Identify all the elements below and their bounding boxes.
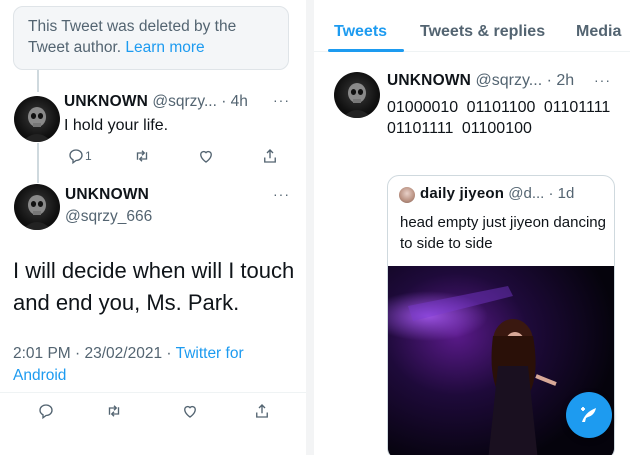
reply-tweet-text: I hold your life. (64, 117, 169, 134)
compose-icon (581, 407, 596, 422)
compose-tweet-button[interactable] (566, 392, 612, 438)
reply-icon (69, 149, 83, 165)
screenshot-gap (306, 0, 314, 455)
right-author-name[interactable]: UNKNOWN (387, 72, 471, 89)
main-tweet-time: 2:01 PM · 23/02/2021 · (13, 345, 176, 362)
share-icon (256, 404, 268, 418)
retweet-button[interactable] (133, 146, 153, 166)
deleted-tweet-notice: This Tweet was deleted by the Tweet auth… (13, 6, 289, 70)
main-more-button[interactable]: ··· (273, 186, 290, 202)
reply-count: 1 (85, 149, 92, 163)
active-tab-indicator (328, 49, 404, 52)
like-icon (184, 405, 196, 418)
quoted-tweet-text: head empty just jiyeon dancing to side t… (400, 214, 606, 252)
like-button[interactable] (197, 146, 217, 166)
main-tweet-meta: 2:01 PM · 23/02/2021 · Twitter for Andro… (13, 343, 298, 387)
quoted-header: daily jiyeon @d... · 1d (420, 185, 574, 202)
main-share-button[interactable] (253, 401, 273, 421)
right-handle-time: @sqrzy... · 2h (475, 72, 575, 89)
skull-avatar-icon (22, 195, 52, 230)
tab-tweets[interactable]: Tweets (334, 23, 387, 41)
right-more-button[interactable]: ··· (594, 72, 611, 88)
reply-tweet-actions: 1 (67, 146, 281, 166)
main-retweet-button[interactable] (105, 401, 125, 421)
right-tweet-header: UNKNOWN @sqrzy... · 2h (387, 72, 574, 90)
learn-more-link[interactable]: Learn more (125, 39, 204, 56)
binary-tweet-text: 01000010 01101100 01101111 01101111 0110… (387, 99, 611, 137)
main-tweet-actions (37, 401, 273, 421)
divider (0, 392, 306, 393)
reply-icon (39, 404, 53, 420)
main-author-name[interactable]: UNKNOWN (65, 186, 149, 204)
skull-avatar-icon (342, 83, 372, 118)
main-reply-button[interactable] (37, 401, 57, 421)
tab-media[interactable]: Media (576, 23, 621, 41)
quoted-handle-time: @d... · 1d (508, 185, 575, 202)
thread-line-middle (37, 143, 39, 183)
quoted-author-name: daily jiyeon (420, 185, 505, 202)
retweet-icon (108, 405, 120, 417)
tab-tweets-replies[interactable]: Tweets & replies (420, 23, 545, 41)
reply-button[interactable]: 1 (67, 146, 92, 166)
like-icon (200, 150, 212, 163)
main-author-handle[interactable]: @sqrzy_666 (65, 208, 152, 226)
reply-tweet-header: UNKNOWN @sqrzy... · 4h (64, 93, 248, 111)
retweet-icon (136, 150, 148, 162)
share-button[interactable] (261, 146, 281, 166)
right-avatar-skull-icon[interactable] (334, 72, 380, 118)
reply-more-button[interactable]: ··· (273, 92, 290, 108)
share-icon (264, 149, 276, 163)
main-like-button[interactable] (181, 401, 201, 421)
avatar-skull-icon[interactable] (14, 96, 60, 142)
quoted-avatar (399, 187, 415, 203)
reply-handle-time: @sqrzy... · 4h (152, 93, 248, 110)
skull-avatar-icon (22, 107, 52, 142)
thread-line-top (37, 70, 39, 92)
right-screenshot: Tweets Tweets & replies Media UNKNOWN @s… (314, 0, 630, 455)
main-tweet-text: I will decide when will I touch and end … (13, 258, 295, 315)
left-screenshot: This Tweet was deleted by the Tweet auth… (0, 0, 306, 455)
profile-tabs: Tweets Tweets & replies Media (314, 0, 630, 52)
main-avatar-skull-icon[interactable] (14, 184, 60, 230)
reply-author-name[interactable]: UNKNOWN (64, 93, 148, 110)
